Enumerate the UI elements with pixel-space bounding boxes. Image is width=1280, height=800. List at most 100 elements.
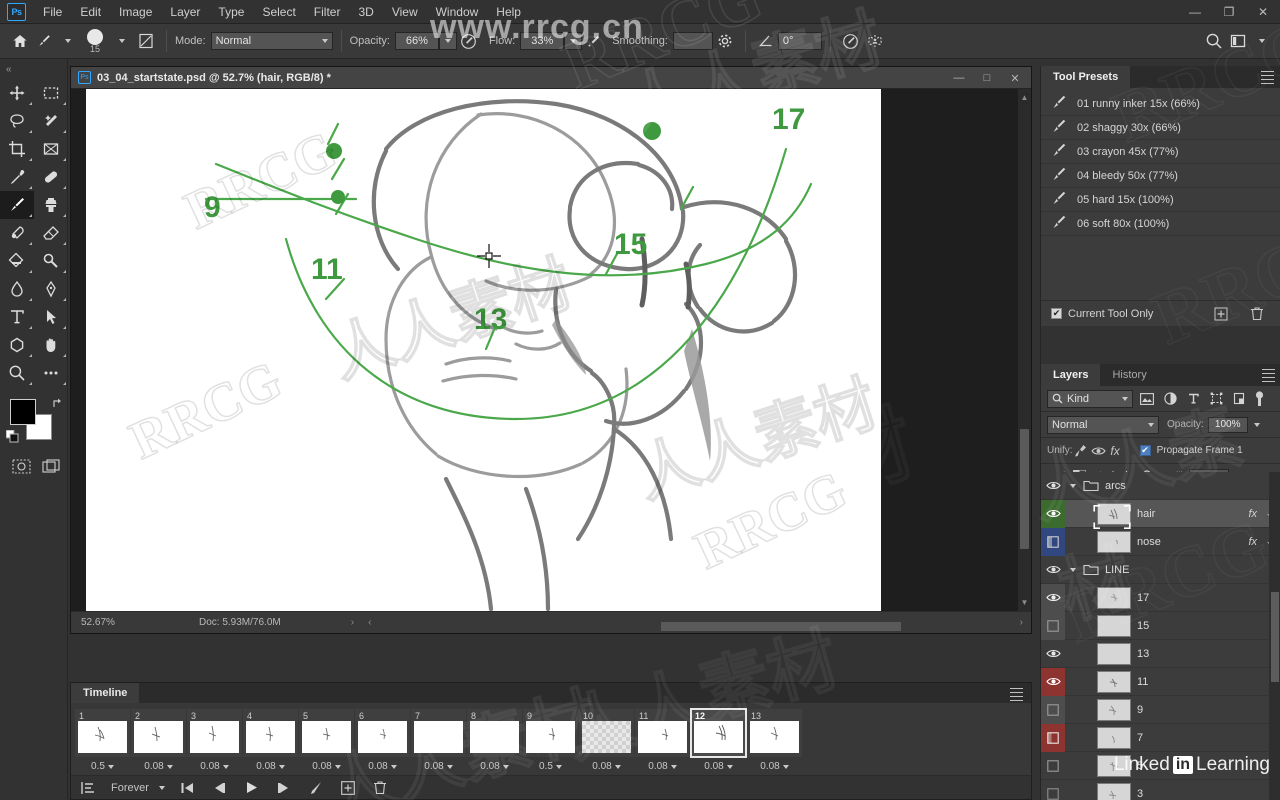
layer-opacity-input[interactable]: 100% bbox=[1207, 416, 1248, 433]
home-icon[interactable] bbox=[8, 29, 32, 53]
animation-frame-selected[interactable]: 12 0.08 bbox=[690, 708, 747, 775]
animation-frame[interactable]: 6 0.08 bbox=[355, 709, 410, 775]
smoothing-settings-gear-icon[interactable] bbox=[713, 29, 737, 53]
status-collapse-icon[interactable]: ‹ bbox=[368, 617, 371, 628]
timeline-panel-menu-icon[interactable] bbox=[1010, 688, 1023, 704]
image-canvas[interactable]: 9 11 13 15 17 bbox=[86, 89, 881, 614]
animation-frames[interactable]: 1 0.5 2 0.08 3 0.08 4 0.08 5 0.08 6 0.08… bbox=[71, 703, 1031, 775]
restore-window-button[interactable]: ❐ bbox=[1212, 0, 1246, 24]
loop-option-select[interactable]: Forever bbox=[111, 782, 165, 794]
menu-layer[interactable]: Layer bbox=[161, 1, 209, 23]
frame-delay[interactable]: 0.08 bbox=[243, 761, 298, 772]
path-selection-tool[interactable] bbox=[34, 303, 68, 331]
layer-visibility-toggle[interactable] bbox=[1041, 695, 1065, 724]
layers-scrollbar[interactable] bbox=[1269, 472, 1280, 800]
layer-thumbnail[interactable] bbox=[1097, 670, 1131, 693]
frame-thumbnail[interactable] bbox=[638, 721, 687, 753]
layer-row-11[interactable]: 11 bbox=[1041, 667, 1280, 696]
brush-tool-icon[interactable] bbox=[32, 29, 56, 53]
frame-thumbnail[interactable] bbox=[246, 721, 295, 753]
layer-visibility-toggle[interactable] bbox=[1041, 527, 1065, 556]
group-disclosure-icon[interactable] bbox=[1065, 567, 1081, 572]
frame-thumbnail[interactable] bbox=[582, 721, 631, 753]
document-minimize-button[interactable]: — bbox=[945, 67, 973, 89]
scroll-down-icon[interactable]: ▼ bbox=[1018, 596, 1031, 609]
smartobject-filter-icon[interactable] bbox=[1230, 390, 1248, 408]
tool-preset-item[interactable]: 02 shaggy 30x (66%) bbox=[1041, 116, 1280, 140]
layer-visibility-toggle[interactable] bbox=[1041, 667, 1065, 696]
dodge-tool[interactable] bbox=[34, 247, 68, 275]
menu-help[interactable]: Help bbox=[487, 1, 530, 23]
select-next-frame-icon[interactable] bbox=[275, 779, 293, 797]
layer-thumbnail[interactable] bbox=[1097, 698, 1131, 721]
frame-delay[interactable]: 0.08 bbox=[187, 761, 242, 772]
status-expand-icon[interactable]: › bbox=[351, 617, 354, 628]
animation-frame[interactable]: 10 0.08 bbox=[579, 709, 634, 775]
frame-thumbnail[interactable] bbox=[302, 721, 351, 753]
frame-tool[interactable] bbox=[34, 135, 68, 163]
layer-visibility-toggle[interactable] bbox=[1041, 499, 1065, 528]
layer-row-15[interactable]: 15 bbox=[1041, 611, 1280, 640]
tool-preset-item[interactable]: 05 hard 15x (100%) bbox=[1041, 188, 1280, 212]
delete-tool-preset-icon[interactable] bbox=[1248, 305, 1266, 323]
layer-thumbnail[interactable] bbox=[1097, 754, 1131, 777]
blend-mode-select[interactable]: Normal bbox=[210, 32, 333, 50]
workspace-chevron-icon[interactable] bbox=[1250, 29, 1274, 53]
layer-row-line-group[interactable]: LINE bbox=[1041, 556, 1280, 584]
convert-to-video-timeline-icon[interactable] bbox=[79, 779, 97, 797]
frame-thumbnail[interactable] bbox=[694, 721, 743, 753]
move-tool[interactable] bbox=[0, 79, 34, 107]
select-previous-frame-icon[interactable] bbox=[211, 779, 229, 797]
status-more-icon[interactable]: › bbox=[1020, 617, 1023, 628]
menu-image[interactable]: Image bbox=[110, 1, 161, 23]
gradient-tool[interactable] bbox=[0, 247, 34, 275]
tool-preset-item[interactable]: 03 crayon 45x (77%) bbox=[1041, 140, 1280, 164]
frame-delay[interactable]: 0.08 bbox=[355, 761, 410, 772]
animation-frame[interactable]: 3 0.08 bbox=[187, 709, 242, 775]
frame-thumbnail[interactable] bbox=[134, 721, 183, 753]
adjustment-filter-icon[interactable] bbox=[1161, 390, 1179, 408]
canvas-area[interactable]: 9 11 13 15 17 RRCG RRCG RRCG 人人素材 人人素材 bbox=[71, 89, 1031, 614]
document-tab[interactable]: Ps 03_04_startstate.psd @ 52.7% (hair, R… bbox=[71, 67, 1031, 89]
layer-thumbnail[interactable] bbox=[1097, 782, 1131, 800]
menu-edit[interactable]: Edit bbox=[71, 1, 110, 23]
tablet-pressure-size-icon[interactable] bbox=[839, 29, 863, 53]
symmetry-butterfly-icon[interactable] bbox=[863, 29, 887, 53]
document-close-button[interactable]: ✕ bbox=[1001, 67, 1029, 89]
type-tool[interactable] bbox=[0, 303, 34, 331]
tool-preset-item[interactable]: 06 soft 80x (100%) bbox=[1041, 212, 1280, 236]
layer-row-arcs[interactable]: arcs bbox=[1041, 472, 1280, 500]
group-disclosure-icon[interactable] bbox=[1065, 483, 1081, 488]
menu-3d[interactable]: 3D bbox=[349, 1, 382, 23]
menu-file[interactable]: File bbox=[34, 1, 71, 23]
layer-thumbnail[interactable] bbox=[1097, 642, 1131, 665]
tab-layers[interactable]: Layers bbox=[1041, 364, 1101, 386]
animation-frame[interactable]: 8 0.08 bbox=[467, 709, 522, 775]
foreground-color-swatch[interactable] bbox=[10, 399, 36, 425]
layer-thumbnail[interactable] bbox=[1097, 726, 1131, 749]
frame-thumbnail[interactable] bbox=[414, 721, 463, 753]
layer-visibility-toggle[interactable] bbox=[1041, 583, 1065, 612]
layer-row-17[interactable]: 17 bbox=[1041, 583, 1280, 612]
tab-tool-presets[interactable]: Tool Presets bbox=[1041, 66, 1131, 88]
layer-visibility-toggle[interactable] bbox=[1041, 780, 1065, 800]
layer-blend-mode-select[interactable]: Normal bbox=[1047, 415, 1159, 434]
layer-opacity-dropdown-icon[interactable] bbox=[1253, 422, 1260, 427]
healing-brush-tool[interactable] bbox=[34, 163, 68, 191]
crop-tool[interactable] bbox=[0, 135, 34, 163]
scrollbar-thumb[interactable] bbox=[1271, 592, 1279, 682]
canvas-horizontal-scrollbar[interactable] bbox=[661, 622, 901, 631]
screen-mode-icon[interactable] bbox=[37, 453, 68, 479]
tab-timeline[interactable]: Timeline bbox=[71, 683, 140, 703]
tween-frames-icon[interactable] bbox=[307, 779, 325, 797]
menu-window[interactable]: Window bbox=[427, 1, 488, 23]
frame-thumbnail[interactable] bbox=[78, 721, 127, 753]
default-colors-icon[interactable] bbox=[5, 429, 19, 446]
frame-delay[interactable]: 0.08 bbox=[579, 761, 634, 772]
frame-thumbnail[interactable] bbox=[358, 721, 407, 753]
pressure-opacity-icon[interactable] bbox=[457, 29, 481, 53]
layer-row-5[interactable]: 5 bbox=[1041, 752, 1280, 780]
clone-stamp-tool[interactable] bbox=[34, 191, 68, 219]
layers-panel-menu-icon[interactable] bbox=[1262, 369, 1275, 385]
frame-delay[interactable]: 0.08 bbox=[411, 761, 466, 772]
